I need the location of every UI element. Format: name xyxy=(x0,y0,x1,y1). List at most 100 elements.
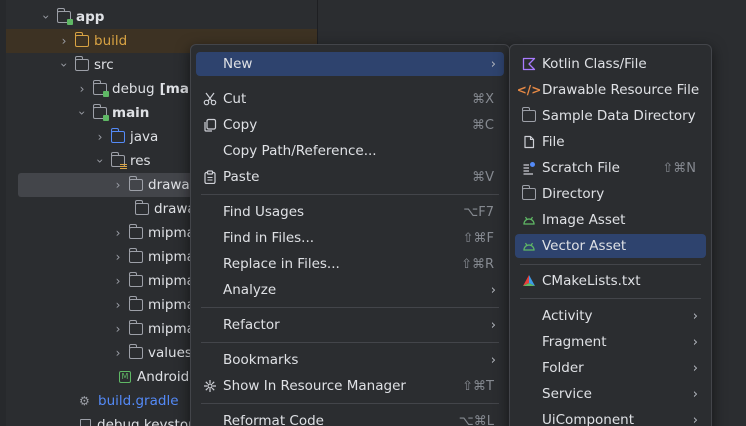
chevron-right-icon: › xyxy=(490,352,496,368)
chevron-right-icon[interactable]: › xyxy=(92,130,108,144)
module-folder-icon xyxy=(92,80,109,97)
chevron-down-icon[interactable]: › xyxy=(75,105,89,121)
menu-item-label: Copy xyxy=(223,117,258,133)
tree-label: java xyxy=(130,129,159,145)
shortcut: ⇧⌘T xyxy=(462,378,494,394)
file-icon xyxy=(521,134,537,150)
menu-item-bookmarks[interactable]: Bookmarks › xyxy=(196,348,504,372)
submenu-item-directory[interactable]: Directory xyxy=(515,182,706,206)
submenu-item-file[interactable]: File xyxy=(515,130,706,154)
gradle-icon: ⚙ xyxy=(79,394,90,408)
menu-item-label: Kotlin Class/File xyxy=(542,56,647,72)
menu-item-label: Activity xyxy=(542,308,593,324)
submenu-item-service[interactable]: Service › xyxy=(515,382,706,406)
android-icon xyxy=(521,238,537,254)
menu-item-reformat-code[interactable]: Reformat Code ⌥⌘L xyxy=(196,409,504,426)
folder-icon xyxy=(128,176,143,191)
submenu-item-activity[interactable]: Activity › xyxy=(515,304,706,328)
scratch-file-icon xyxy=(521,160,537,176)
chevron-right-icon[interactable]: › xyxy=(74,82,90,96)
menu-item-label: Fragment xyxy=(542,334,607,350)
menu-separator xyxy=(201,342,499,343)
shortcut: ⇧⌘R xyxy=(461,256,494,272)
folder-icon xyxy=(128,224,143,239)
menu-item-label: Folder xyxy=(542,360,584,376)
menu-item-copy[interactable]: Copy ⌘C xyxy=(196,113,504,137)
tree-label: values xyxy=(148,345,192,361)
menu-item-copy-path[interactable]: Copy Path/Reference... xyxy=(196,139,504,163)
tree-label: debug.keystore xyxy=(97,417,202,426)
folder-icon xyxy=(128,272,143,287)
shortcut: ⌘V xyxy=(472,169,494,185)
submenu-item-kotlin[interactable]: Kotlin Class/File xyxy=(515,52,706,76)
submenu-item-sample-data[interactable]: Sample Data Directory xyxy=(515,104,706,128)
chevron-right-icon[interactable]: › xyxy=(110,298,126,312)
menu-item-find-usages[interactable]: Find Usages ⌥F7 xyxy=(196,200,504,224)
menu-item-cut[interactable]: Cut ⌘X xyxy=(196,87,504,111)
submenu-item-drawable-resource[interactable]: </> Drawable Resource File xyxy=(515,78,706,102)
scissors-icon xyxy=(202,91,218,107)
submenu-item-folder[interactable]: Folder › xyxy=(515,356,706,380)
menu-item-paste[interactable]: Paste ⌘V xyxy=(196,165,504,189)
shortcut: ⌥⌘L xyxy=(458,413,494,426)
chevron-right-icon: › xyxy=(692,386,698,402)
new-submenu: Kotlin Class/File </> Drawable Resource … xyxy=(509,44,712,426)
submenu-item-cmake[interactable]: CMakeLists.txt xyxy=(515,269,706,293)
submenu-item-image-asset[interactable]: Image Asset xyxy=(515,208,706,232)
chevron-right-icon[interactable]: › xyxy=(110,322,126,336)
module-folder-icon xyxy=(56,8,73,25)
chevron-down-icon[interactable]: › xyxy=(93,153,107,169)
chevron-right-icon: › xyxy=(490,282,496,298)
tree-row-app[interactable]: › app xyxy=(6,5,317,29)
chevron-right-icon[interactable]: › xyxy=(110,226,126,240)
menu-separator xyxy=(520,298,701,299)
chevron-right-icon[interactable]: › xyxy=(110,250,126,264)
submenu-item-scratch[interactable]: Scratch File ⇧⌘N xyxy=(515,156,706,180)
resource-manager-icon xyxy=(202,378,218,394)
chevron-down-icon[interactable]: › xyxy=(39,9,53,25)
menu-item-replace-in-files[interactable]: Replace in Files... ⇧⌘R xyxy=(196,252,504,276)
tree-label: debug xyxy=(112,81,155,97)
menu-item-label: Copy Path/Reference... xyxy=(223,143,377,159)
chevron-right-icon[interactable]: › xyxy=(110,274,126,288)
menu-item-label: UiComponent xyxy=(542,412,635,426)
folder-icon xyxy=(128,248,143,263)
menu-item-label: File xyxy=(542,134,565,150)
chevron-right-icon: › xyxy=(490,317,496,333)
menu-item-label: Service xyxy=(542,386,592,402)
shortcut: ⌥F7 xyxy=(463,204,494,220)
menu-item-label: Directory xyxy=(542,186,605,202)
folder-icon xyxy=(74,56,89,71)
folder-icon xyxy=(128,296,143,311)
menu-item-refactor[interactable]: Refactor › xyxy=(196,313,504,337)
submenu-item-vector-asset[interactable]: Vector Asset xyxy=(515,234,706,258)
menu-item-show-in-resource-manager[interactable]: Show In Resource Manager ⇧⌘T xyxy=(196,374,504,398)
tree-label: res xyxy=(130,153,151,169)
chevron-right-icon: › xyxy=(692,412,698,426)
tree-label: app xyxy=(76,9,105,25)
chevron-right-icon: › xyxy=(490,56,496,72)
chevron-right-icon[interactable]: › xyxy=(56,34,72,48)
tree-label: build.gradle xyxy=(98,393,179,409)
module-folder-icon xyxy=(92,104,109,121)
tree-label: src xyxy=(94,57,114,73)
folder-icon xyxy=(521,107,537,124)
context-menu: New › Cut ⌘X Copy ⌘C Copy Path/Reference… xyxy=(190,44,510,426)
chevron-right-icon[interactable]: › xyxy=(110,178,126,192)
chevron-right-icon: › xyxy=(692,360,698,376)
source-folder-icon xyxy=(110,128,125,143)
chevron-right-icon[interactable]: › xyxy=(110,346,126,360)
tree-label: main xyxy=(112,105,150,121)
tree-label: build xyxy=(94,33,128,49)
menu-item-analyze[interactable]: Analyze › xyxy=(196,278,504,302)
menu-item-new[interactable]: New › xyxy=(196,52,504,76)
kotlin-icon xyxy=(521,56,537,72)
shortcut: ⌘X xyxy=(472,91,494,107)
menu-item-label: Sample Data Directory xyxy=(542,108,696,124)
menu-separator xyxy=(201,307,499,308)
chevron-down-icon[interactable]: › xyxy=(57,57,71,73)
menu-item-find-in-files[interactable]: Find in Files... ⇧⌘F xyxy=(196,226,504,250)
submenu-item-uicomponent[interactable]: UiComponent › xyxy=(515,408,706,426)
android-icon xyxy=(521,212,537,228)
submenu-item-fragment[interactable]: Fragment › xyxy=(515,330,706,354)
